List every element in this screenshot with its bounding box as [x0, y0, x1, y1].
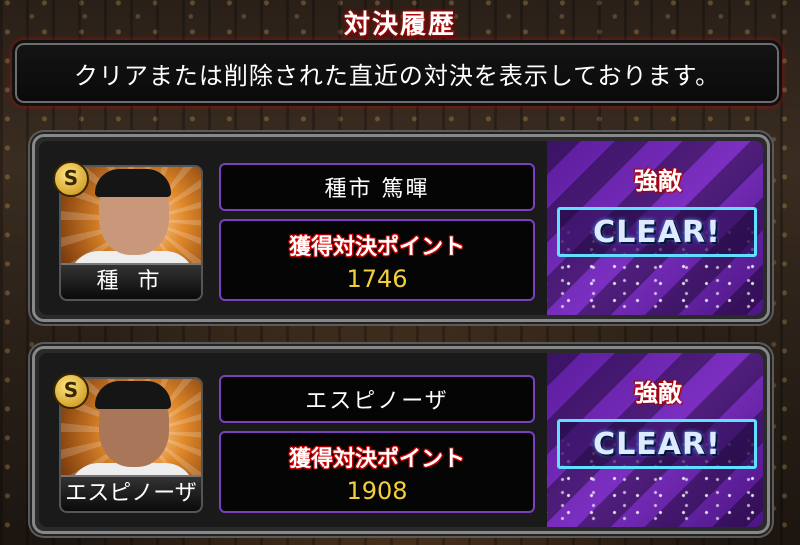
points-value: 1908 [346, 477, 408, 505]
battle-history-card[interactable]: S エスピノーザ エスピノーザ 獲得対決ポイント 1908 強敵 CLEAR! [32, 346, 770, 534]
result-area: 強敵 CLEAR! [547, 353, 763, 527]
rank-s-badge-icon: S [53, 373, 89, 409]
difficulty-label: 強敵 [634, 167, 682, 195]
points-box: 獲得対決ポイント 1746 [219, 219, 535, 301]
player-name: 種市 篤暉 [219, 163, 535, 211]
notice-banner: クリアまたは削除された直近の対決を表示しております。 [12, 40, 782, 106]
rank-s-badge-icon: S [53, 161, 89, 197]
player-cap [95, 381, 171, 409]
page-title: 対決履歴 [343, 10, 456, 40]
points-label: 獲得対決ポイント [288, 447, 465, 472]
points-box: 獲得対決ポイント 1908 [219, 431, 535, 513]
player-name: エスピノーザ [219, 375, 535, 423]
points-label: 獲得対決ポイント [288, 235, 465, 260]
battle-history-card[interactable]: S 種 市 種市 篤暉 獲得対決ポイント 1746 強敵 CLEAR! [32, 134, 770, 322]
clear-status-badge: CLEAR! [557, 207, 757, 257]
clear-status-badge: CLEAR! [557, 419, 757, 469]
difficulty-label: 強敵 [634, 379, 682, 407]
card-nameplate: エスピノーザ [61, 475, 201, 511]
result-area: 強敵 CLEAR! [547, 141, 763, 315]
player-cap [95, 169, 171, 197]
notice-text: クリアまたは削除された直近の対決を表示しております。 [73, 61, 721, 90]
card-nameplate: 種 市 [61, 263, 201, 299]
points-value: 1746 [346, 265, 408, 293]
